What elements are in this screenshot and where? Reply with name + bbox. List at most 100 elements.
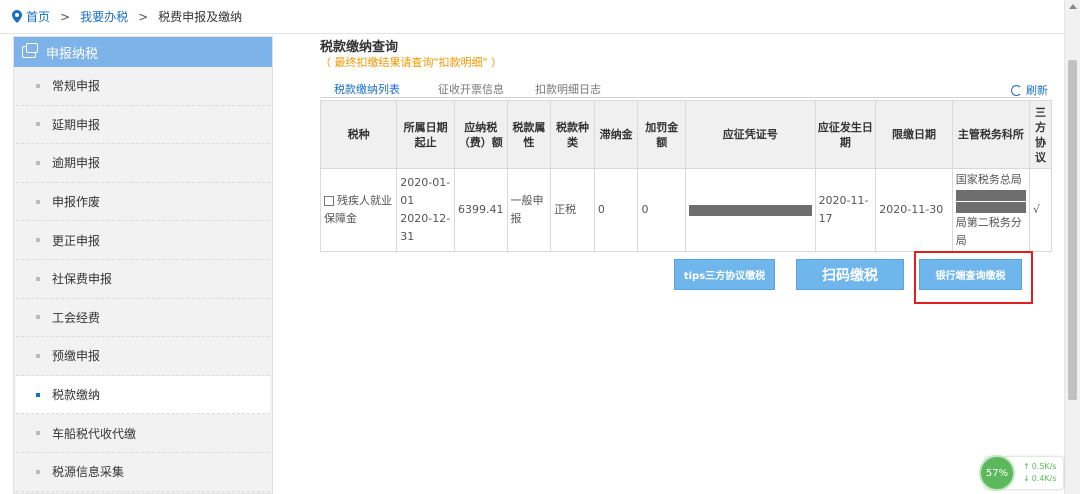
copy-icon <box>22 43 38 58</box>
bullet-icon <box>36 122 40 127</box>
sidebar-item-social-insurance[interactable]: 社保费申报 <box>16 259 270 299</box>
sidebar-item-label: 延期申报 <box>52 117 101 132</box>
period-start: 2020-01-01 <box>400 176 451 207</box>
scroll-thumb[interactable] <box>1068 60 1077 400</box>
sidebar-item-regular-filing[interactable]: 常规申报 <box>16 67 270 106</box>
column-header: 应征凭证号 <box>685 100 816 169</box>
sidebar-item-label: 车船税代收代缴 <box>52 426 137 441</box>
refresh-label: 刷新 <box>1026 84 1048 97</box>
download-speed: 0.4K/s <box>1031 474 1057 483</box>
breadcrumb-separator: > <box>138 9 149 24</box>
sidebar-item-overdue-filing[interactable]: 逾期申报 <box>16 144 270 183</box>
column-header: 加罚金额 <box>637 100 687 169</box>
cell-agreement: √ <box>1028 168 1053 252</box>
cell-attribute: 一般申报 <box>506 168 552 252</box>
sidebar-item-label: 预缴申报 <box>52 349 101 364</box>
location-pin-icon <box>12 10 22 23</box>
column-header: 滞纳金 <box>593 100 639 169</box>
column-header: 税种 <box>319 100 398 169</box>
sidebar-header[interactable]: 申报纳税 <box>14 37 272 67</box>
column-header: 税款属性 <box>506 100 552 169</box>
sidebar-item-vehicle-tax[interactable]: 车船税代收代缴 <box>16 414 270 453</box>
sidebar-item-correct-filing[interactable]: 更正申报 <box>16 221 270 260</box>
bullet-icon <box>36 276 40 281</box>
cell-tax-type: 残疾人就业保障金 <box>319 168 398 252</box>
column-header: 应征发生日期 <box>814 100 877 169</box>
cell-voucher-no <box>685 168 816 252</box>
column-header: 三方协议 <box>1028 100 1053 169</box>
bullet-icon <box>36 431 40 436</box>
page-title: 税款缴纳查询 <box>320 40 399 55</box>
scroll-up-icon[interactable] <box>1069 4 1077 9</box>
network-monitor-widget[interactable]: 57% ↑ 0.5K/s ↓ 0.4K/s <box>979 455 1064 491</box>
cell-period: 2020-01-01 2020-12-31 <box>396 168 456 252</box>
tab-payment-list[interactable]: 税款缴纳列表 <box>332 81 402 102</box>
bullet-icon <box>36 353 40 358</box>
sidebar-item-void-filing[interactable]: 申报作废 <box>16 182 270 222</box>
cell-category: 正税 <box>550 168 595 252</box>
sidebar-item-label: 逾期申报 <box>52 156 101 171</box>
breadcrumb-current: 税费申报及缴纳 <box>158 10 243 24</box>
column-header: 限缴日期 <box>875 100 953 169</box>
cell-office: 国家税务总局局第二税务分局 <box>951 168 1030 252</box>
notice-text: （ 最终扣缴结果请查询"扣款明细" ） <box>320 56 503 69</box>
row-checkbox[interactable] <box>324 196 334 206</box>
tax-type-text: 残疾人就业保障金 <box>324 194 392 225</box>
refresh-button[interactable]: 刷新 <box>1011 82 1048 98</box>
refresh-icon <box>1011 84 1022 96</box>
office-line2: 局第二税务分局 <box>955 215 1022 247</box>
tab-deduction-log[interactable]: 扣款明细日志 <box>535 81 601 97</box>
column-header: 税款种类 <box>550 100 595 169</box>
tax-payment-table: 税种 所属日期起止 应纳税（费）额 税款属性 税款种类 滞纳金 加罚金额 应征凭… <box>319 100 1053 252</box>
sidebar-item-tax-source[interactable]: 税源信息采集 <box>16 452 270 492</box>
tips-payment-button[interactable]: tips三方协议缴税 <box>674 259 775 290</box>
usage-gauge: 57% <box>979 455 1015 491</box>
sidebar-item-label: 常规申报 <box>52 79 101 94</box>
sidebar-header-label: 申报纳税 <box>46 46 99 62</box>
cell-penalty: 0 <box>637 168 687 252</box>
sidebar-item-label: 申报作废 <box>52 195 101 210</box>
sidebar-item-union-fee[interactable]: 工会经费 <box>16 298 270 338</box>
tab-bar: 税款缴纳列表 征收开票信息 扣款明细日志 刷新 <box>320 78 1048 102</box>
scan-payment-button[interactable]: 扫码缴税 <box>796 259 904 290</box>
sidebar-item-label: 更正申报 <box>52 233 101 248</box>
cell-occur-date: 2020-11-17 <box>814 168 877 252</box>
breadcrumb: 首页 > 我要办税 > 税费申报及缴纳 <box>0 0 1064 34</box>
download-arrow-icon: ↓ <box>1023 474 1030 483</box>
cell-deadline: 2020-11-30 <box>875 168 953 252</box>
cell-amount: 6399.41 <box>454 168 508 252</box>
sidebar-item-extension-filing[interactable]: 延期申报 <box>16 105 270 145</box>
bullet-icon <box>36 83 40 88</box>
network-speed: ↑ 0.5K/s ↓ 0.4K/s <box>1023 461 1059 485</box>
bullet-icon <box>36 469 40 474</box>
cell-late-fee: 0 <box>593 168 639 252</box>
sidebar-item-label: 税源信息采集 <box>52 465 125 480</box>
breadcrumb-separator: > <box>60 9 71 24</box>
sidebar-item-prepayment[interactable]: 预缴申报 <box>16 337 270 376</box>
redacted-voucher <box>689 204 812 216</box>
sidebar: 申报纳税 常规申报 延期申报 逾期申报 申报作废 更正申报 社保费申报 工会经费… <box>13 36 273 494</box>
column-header: 应纳税（费）额 <box>454 100 508 169</box>
upload-speed: 0.5K/s <box>1031 462 1057 471</box>
scrollbar[interactable] <box>1064 0 1080 494</box>
table-header-row: 税种 所属日期起止 应纳税（费）额 税款属性 税款种类 滞纳金 加罚金额 应征凭… <box>319 100 1053 169</box>
sidebar-item-label: 税款缴纳 <box>52 388 101 403</box>
column-header: 主管税务科所 <box>951 100 1030 169</box>
breadcrumb-tax-link[interactable]: 我要办税 <box>80 8 128 25</box>
bullet-icon <box>36 392 40 397</box>
upload-arrow-icon: ↑ <box>1023 462 1030 471</box>
column-header: 所属日期起止 <box>396 100 456 169</box>
sidebar-item-label: 社保费申报 <box>52 272 113 287</box>
sidebar-item-label: 工会经费 <box>52 310 101 325</box>
breadcrumb-home-link[interactable]: 首页 <box>26 8 50 25</box>
redacted-office <box>955 201 1026 213</box>
sidebar-item-tax-payment[interactable]: 税款缴纳 <box>16 375 270 415</box>
highlight-box <box>914 251 1033 304</box>
office-line1: 国家税务总局 <box>955 172 1022 186</box>
period-end: 2020-12-31 <box>400 212 451 243</box>
bullet-icon <box>36 199 40 204</box>
bullet-icon <box>36 315 40 320</box>
redacted-office <box>955 189 1026 201</box>
table-row[interactable]: 残疾人就业保障金 2020-01-01 2020-12-31 6399.41 一般… <box>319 168 1053 252</box>
tab-invoice-info[interactable]: 征收开票信息 <box>438 81 504 97</box>
